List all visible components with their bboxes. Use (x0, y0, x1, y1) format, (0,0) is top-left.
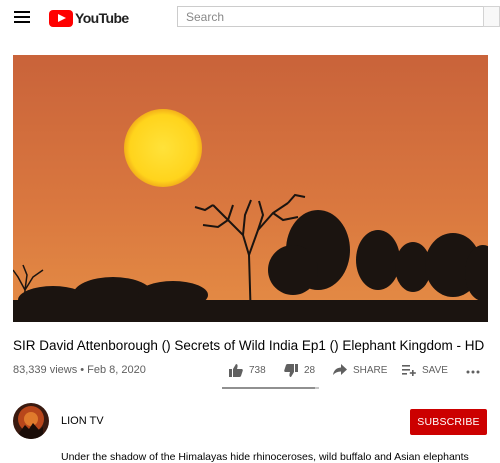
sentiment-bar (222, 387, 319, 389)
video-title: SIR David Attenborough () Secrets of Wil… (13, 338, 485, 353)
share-arrow-icon (333, 364, 347, 375)
channel-avatar[interactable] (13, 403, 49, 439)
sentiment-bar-likes (222, 387, 316, 389)
video-player[interactable] (13, 55, 488, 322)
masthead: YouTube (0, 0, 500, 36)
logo-text: YouTube (75, 10, 129, 26)
dislike-button[interactable]: 28 (284, 364, 315, 377)
playlist-add-icon (402, 365, 416, 376)
share-label: SHARE (353, 364, 388, 376)
search-input[interactable] (177, 6, 483, 27)
like-count: 738 (249, 365, 266, 376)
youtube-play-icon (49, 9, 73, 27)
video-actions: 738 28 SHARE SAVE (0, 364, 500, 380)
sun (124, 109, 202, 187)
channel-name[interactable]: LION TV (61, 415, 104, 427)
subscribe-button[interactable]: SUBSCRIBE (410, 409, 487, 435)
video-description: Under the shadow of the Himalayas hide r… (61, 451, 469, 463)
hamburger-menu-icon[interactable] (14, 11, 30, 25)
save-label: SAVE (422, 364, 448, 376)
thumbs-down-icon (284, 364, 298, 377)
like-button[interactable]: 738 (229, 364, 266, 377)
more-actions-button[interactable] (466, 364, 486, 376)
video-frame-sunset (13, 55, 488, 322)
more-horizontal-icon (466, 370, 480, 374)
thumbs-up-icon (229, 364, 243, 377)
share-button[interactable]: SHARE (333, 364, 387, 376)
youtube-logo[interactable]: YouTube (49, 9, 129, 27)
search-button[interactable] (483, 6, 500, 27)
save-button[interactable]: SAVE (402, 364, 448, 376)
dislike-count: 28 (304, 365, 316, 376)
